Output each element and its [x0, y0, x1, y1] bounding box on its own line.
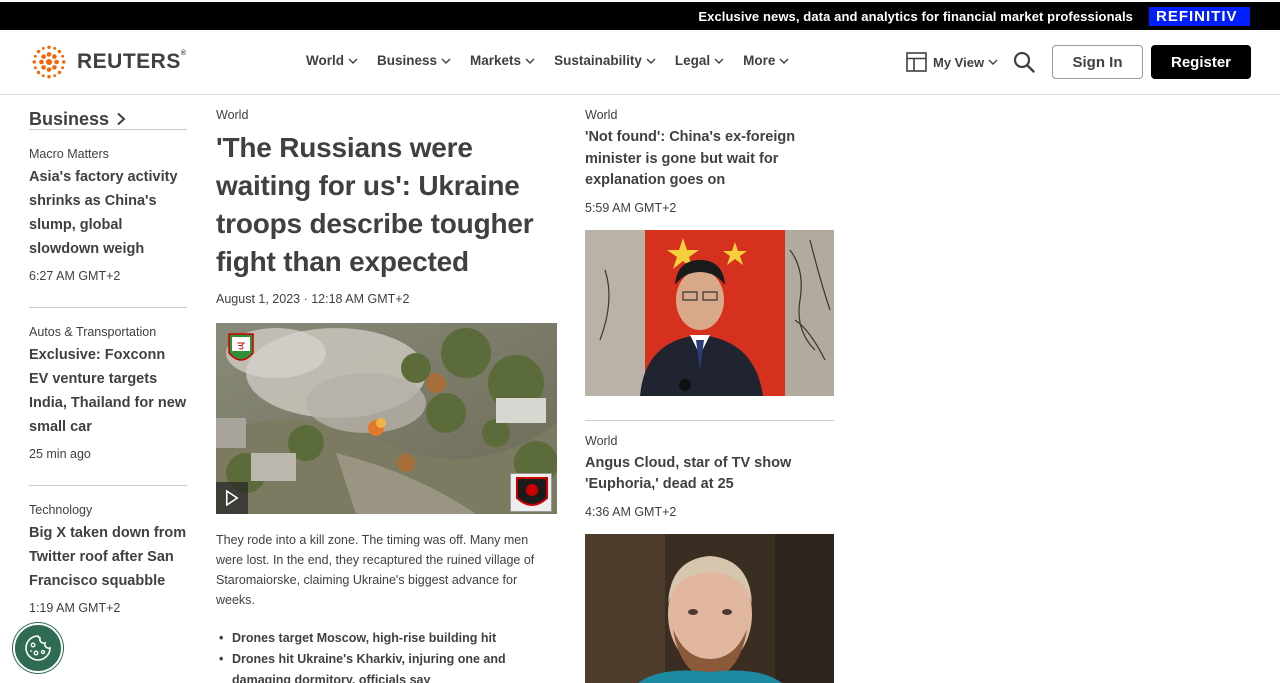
lead-summary: They rode into a kill zone. The timing w…: [216, 533, 535, 607]
reuters-logo[interactable]: REUTERS®: [29, 43, 187, 81]
story-kicker[interactable]: Autos & Transportation: [29, 325, 187, 340]
section-title-text: Business: [29, 108, 110, 129]
story-kicker[interactable]: World: [585, 434, 834, 449]
story-kicker[interactable]: World: [216, 108, 557, 123]
related-link[interactable]: Drones hit Ukraine's Kharkiv, injuring o…: [216, 649, 557, 683]
story-headline[interactable]: Big X taken down from Twitter roof after…: [29, 521, 187, 593]
layout-grid-icon: [906, 52, 927, 72]
svg-text:ਤ: ਤ: [236, 339, 245, 352]
related-link[interactable]: Drones target Moscow, high-rise building…: [216, 628, 557, 649]
business-sidebar: Business Macro Matters Asia's factory ac…: [29, 95, 187, 639]
battlefield-image: [216, 323, 557, 514]
lead-headline[interactable]: 'The Russians were waiting for us': Ukra…: [216, 129, 557, 281]
nav-item-world[interactable]: World: [306, 53, 358, 68]
play-icon: [225, 490, 239, 506]
story-image[interactable]: [585, 229, 834, 396]
divider: [585, 419, 834, 421]
story-time: 1:19 AM GMT+2: [29, 601, 121, 615]
nav-item-business[interactable]: Business: [377, 53, 451, 68]
chevron-right-icon: [117, 112, 126, 126]
list-item: Autos & Transportation Exclusive: Foxcon…: [29, 307, 187, 485]
list-item: World Angus Cloud, star of TV show 'Euph…: [585, 434, 834, 683]
section-title-business[interactable]: Business: [29, 109, 187, 129]
story-kicker[interactable]: World: [585, 108, 834, 123]
lead-timestamp: August 1, 2023 · 12:18 AM GMT+2: [216, 292, 410, 306]
story-time: 25 min ago: [29, 447, 91, 461]
unit-patch-icon: [510, 473, 552, 512]
nav-label: Business: [377, 53, 438, 68]
press-conference-photo: [585, 229, 834, 396]
my-view-button[interactable]: My View: [906, 52, 998, 72]
nav-label: Legal: [674, 53, 711, 68]
story-headline[interactable]: Asia's factory activity shrinks as China…: [29, 165, 187, 261]
logo-wordmark: REUTERS®: [77, 50, 187, 73]
promo-text[interactable]: Exclusive news, data and analytics for f…: [698, 9, 1133, 24]
search-icon[interactable]: [1013, 51, 1035, 73]
register-button[interactable]: Register: [1151, 45, 1251, 79]
cookie-icon: [25, 635, 51, 661]
secondary-stories: World 'Not found': China's ex-foreign mi…: [585, 95, 834, 683]
chevron-down-icon: [525, 58, 535, 64]
list-item: Macro Matters Asia's factory activity sh…: [29, 129, 187, 307]
my-view-label: My View: [933, 54, 985, 70]
story-kicker[interactable]: Technology: [29, 503, 187, 518]
story-headline[interactable]: Exclusive: Foxconn EV venture targets In…: [29, 343, 187, 439]
lead-video-thumbnail[interactable]: ਤ: [216, 323, 557, 514]
chevron-down-icon: [348, 58, 358, 64]
main-nav: World Business Markets Sustainability Le…: [306, 53, 808, 68]
nav-item-markets[interactable]: Markets: [470, 53, 535, 68]
nav-item-more[interactable]: More: [743, 53, 789, 68]
nav-item-legal[interactable]: Legal: [675, 53, 724, 68]
story-time: 5:59 AM GMT+2: [585, 200, 677, 215]
portrait-photo: [585, 533, 834, 683]
sign-in-button[interactable]: Sign In: [1052, 45, 1143, 79]
chevron-down-icon: [646, 58, 656, 64]
list-item: World 'Not found': China's ex-foreign mi…: [585, 108, 834, 421]
list-item: Technology Big X taken down from Twitter…: [29, 485, 187, 639]
nav-label: More: [743, 53, 776, 68]
story-time: 4:36 AM GMT+2: [585, 504, 677, 519]
story-headline[interactable]: Angus Cloud, star of TV show 'Euphoria,'…: [585, 453, 834, 496]
reuters-logo-icon: [32, 45, 66, 79]
play-video-button[interactable]: [216, 482, 248, 514]
cookie-settings-button[interactable]: [13, 623, 63, 673]
nav-label: Sustainability: [554, 53, 642, 68]
nav-label: Markets: [470, 53, 522, 68]
promo-bar: Exclusive news, data and analytics for f…: [0, 0, 1280, 30]
nav-item-sustainability[interactable]: Sustainability: [554, 53, 656, 68]
related-links: Drones target Moscow, high-rise building…: [216, 628, 557, 683]
lead-story: World 'The Russians were waiting for us'…: [216, 95, 557, 683]
chevron-down-icon: [441, 58, 451, 64]
site-header: REUTERS® World Business Markets Sustaina…: [0, 30, 1280, 95]
story-kicker[interactable]: Macro Matters: [29, 147, 187, 162]
unit-emblem-icon: ਤ: [228, 333, 254, 365]
story-time: 6:27 AM GMT+2: [29, 269, 121, 283]
chevron-down-icon: [988, 59, 998, 65]
refinitiv-logo[interactable]: REFINITIV: [1149, 7, 1250, 26]
nav-label: World: [306, 53, 344, 68]
story-headline[interactable]: 'Not found': China's ex-foreign minister…: [585, 127, 834, 192]
chevron-down-icon: [714, 58, 724, 64]
chevron-down-icon: [779, 58, 789, 64]
story-image[interactable]: [585, 533, 834, 683]
